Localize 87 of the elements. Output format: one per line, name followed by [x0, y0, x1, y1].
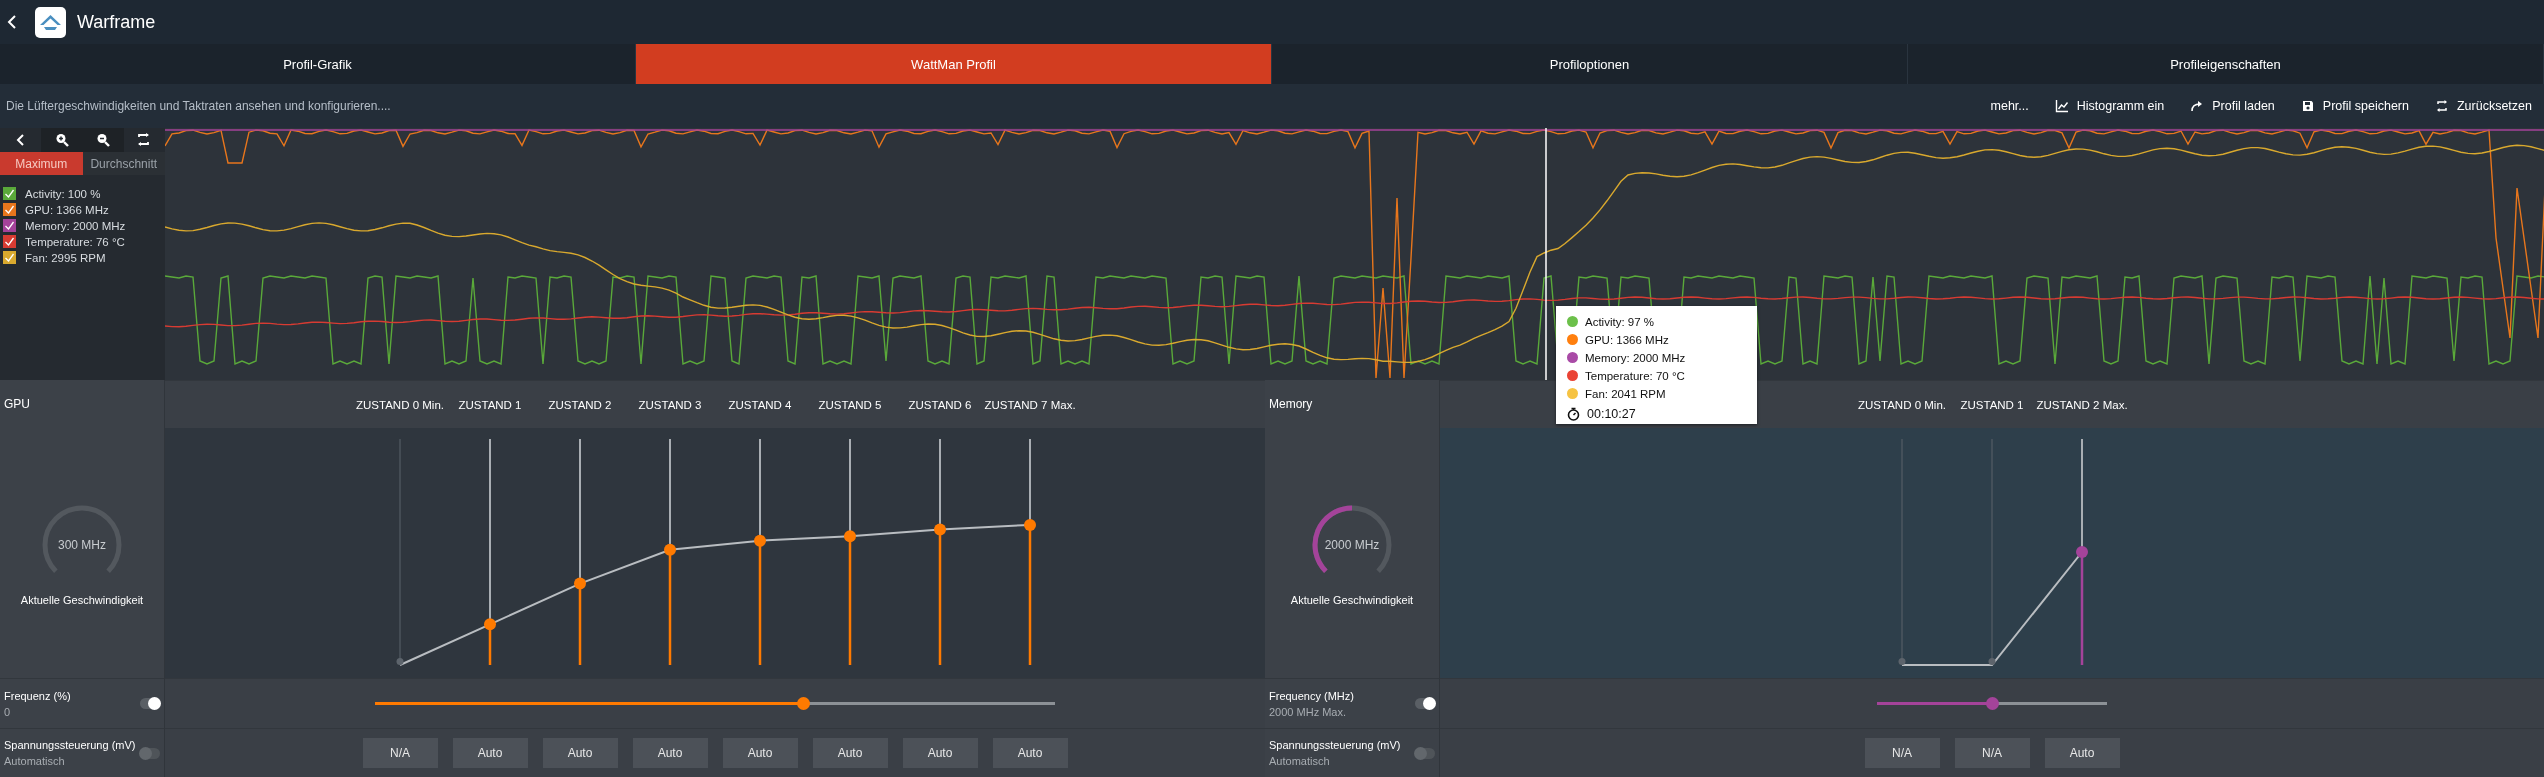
state-label: ZUSTAND 0 Min. — [1858, 398, 1946, 411]
save-icon — [2300, 99, 2315, 113]
chart-icon — [2054, 99, 2069, 113]
description-text: Die Lüftergeschwindigkeiten und Taktraten ansehen und konfigurieren.... — [6, 99, 392, 113]
toolbar-button[interactable]: Profil laden — [2188, 97, 2277, 115]
state-handle[interactable] — [754, 534, 766, 665]
legend-checkbox[interactable] — [3, 219, 16, 232]
reset-icon — [2434, 99, 2449, 113]
toolbar-button[interactable]: Profil speichern — [2298, 97, 2411, 115]
toolbar-button[interactable]: Zurücksetzen — [2432, 97, 2534, 115]
back-icon[interactable] — [6, 14, 18, 30]
app-icon — [35, 6, 66, 38]
voltage-button[interactable]: Auto — [2044, 738, 2120, 768]
tooltip-value: Memory: 2000 MHz — [1585, 351, 1686, 364]
gauge-reading: 300 MHz — [58, 538, 106, 552]
toolbar-button[interactable]: mehr... — [1988, 97, 2031, 115]
legend-label: GPU: 1366 MHz — [25, 203, 109, 216]
state-label: ZUSTAND 3 — [638, 398, 702, 411]
legend-label: Activity: 100 % — [25, 187, 101, 200]
state-label: ZUSTAND 1 — [1960, 398, 2024, 411]
voltage-button[interactable]: Auto — [632, 738, 708, 768]
mode-tab[interactable]: Durchschnitt — [82, 152, 165, 175]
voltage-button[interactable]: N/A — [1954, 738, 2030, 768]
control-label: Spannungssteuerung (mV) — [4, 739, 137, 751]
toggle-switch[interactable] — [140, 747, 160, 759]
gauge-caption: Aktuelle Geschwindigkeit — [20, 594, 144, 606]
section-title: GPU — [4, 397, 30, 411]
tooltip-value: GPU: 1366 MHz — [1585, 333, 1669, 346]
zoom-out-icon[interactable] — [82, 128, 124, 152]
slider-thumb[interactable] — [1985, 697, 1999, 710]
legend-label: Memory: 2000 MHz — [25, 219, 126, 232]
toggle-switch[interactable] — [1415, 747, 1435, 759]
slider-thumb[interactable] — [796, 697, 810, 710]
control-label: Spannungssteuerung (mV) — [1269, 739, 1402, 751]
state-handle[interactable] — [1024, 518, 1036, 665]
voltage-button[interactable]: N/A — [362, 738, 438, 768]
state-label: ZUSTAND 0 Min. — [356, 398, 444, 411]
state-label: ZUSTAND 2 — [548, 398, 612, 411]
control-value: 2000 MHz Max. — [1269, 705, 1348, 718]
toggle-switch[interactable] — [140, 698, 160, 709]
tab[interactable]: WattMan Profil — [636, 44, 1272, 84]
elapsed-time: 00:10:27 — [1587, 406, 1636, 421]
voltage-button[interactable]: Auto — [452, 738, 528, 768]
state-handle[interactable] — [484, 618, 496, 665]
state-handle[interactable] — [1898, 658, 1906, 665]
legend-checkbox[interactable] — [3, 187, 16, 200]
control-value: Automatisch — [4, 755, 66, 767]
state-label: ZUSTAND 5 — [818, 398, 882, 411]
state-handle[interactable] — [1988, 658, 1996, 665]
toggle-switch[interactable] — [1415, 698, 1435, 709]
voltage-button[interactable]: Auto — [812, 738, 888, 768]
control-label: Frequency (MHz) — [1269, 689, 1355, 702]
stopwatch-icon — [1567, 406, 1580, 421]
gauge-reading: 2000 MHz — [1324, 538, 1380, 552]
tooltip-value: Activity: 97 % — [1585, 315, 1655, 328]
legend-checkbox[interactable] — [3, 203, 16, 216]
legend-label: Fan: 2995 RPM — [25, 251, 106, 264]
tooltip-value: Fan: 2041 RPM — [1585, 387, 1666, 400]
legend-checkbox[interactable] — [3, 235, 16, 248]
app-title: Warframe — [77, 11, 156, 33]
state-handle[interactable] — [664, 543, 676, 665]
control-value: 0 — [4, 705, 12, 718]
control-label: Frequenz (%) — [4, 689, 72, 702]
state-label: ZUSTAND 6 — [908, 398, 972, 411]
zoom-in-icon[interactable] — [41, 128, 83, 152]
voltage-button[interactable]: N/A — [1864, 738, 1940, 768]
voltage-button[interactable]: Auto — [722, 738, 798, 768]
state-label: ZUSTAND 7 Max. — [984, 398, 1076, 411]
voltage-button[interactable]: Auto — [542, 738, 618, 768]
state-handle[interactable] — [934, 523, 946, 665]
toolbar-button[interactable]: Histogramm ein — [2052, 97, 2167, 115]
gauge-caption: Aktuelle Geschwindigkeit — [1290, 594, 1414, 606]
legend-checkbox[interactable] — [3, 251, 16, 264]
state-handle[interactable] — [396, 658, 404, 665]
control-value: Automatisch — [1269, 755, 1331, 767]
legend-label: Temperature: 76 °C — [25, 235, 125, 248]
voltage-button[interactable]: Auto — [902, 738, 978, 768]
section-title: Memory — [1269, 397, 1313, 411]
state-handle[interactable] — [844, 530, 856, 665]
voltage-button[interactable]: Auto — [992, 738, 1068, 768]
state-handle[interactable] — [2076, 546, 2088, 665]
state-label: ZUSTAND 2 Max. — [2036, 398, 2128, 411]
mode-tab[interactable]: Maximum — [0, 152, 83, 175]
state-label: ZUSTAND 4 — [728, 398, 792, 411]
tooltip-value: Temperature: 70 °C — [1585, 369, 1685, 382]
state-handle[interactable] — [574, 577, 586, 665]
state-label: ZUSTAND 1 — [458, 398, 522, 411]
